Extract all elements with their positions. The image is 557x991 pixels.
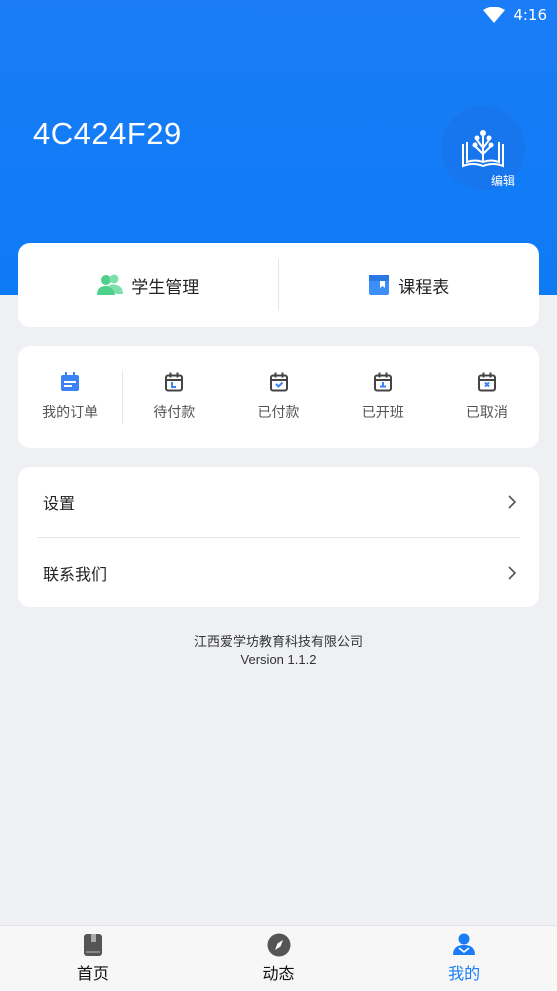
tab-feed[interactable]: 动态 bbox=[186, 926, 372, 991]
cancelled-label: 已取消 bbox=[465, 405, 508, 421]
paid-button[interactable]: 已付款 bbox=[226, 346, 330, 448]
status-time: 4:16 bbox=[513, 6, 547, 24]
chevron-right-icon bbox=[508, 495, 517, 509]
tab-label: 我的 bbox=[448, 964, 481, 983]
calendar-check-icon bbox=[269, 372, 288, 392]
menu-item-settings[interactable]: 设置 bbox=[18, 467, 539, 537]
pending-payment-button[interactable]: 待付款 bbox=[122, 346, 226, 448]
chevron-right-icon bbox=[508, 566, 517, 580]
wifi-icon bbox=[483, 7, 506, 23]
settings-menu-card: 设置 联系我们 bbox=[18, 467, 539, 607]
quick-actions-card: 学生管理 课程表 bbox=[18, 243, 539, 327]
book-brain-icon bbox=[462, 130, 504, 168]
person-icon bbox=[453, 933, 476, 955]
book-icon bbox=[83, 934, 102, 956]
course-schedule-label: 课程表 bbox=[398, 277, 450, 298]
course-schedule-button[interactable]: 课程表 bbox=[279, 243, 540, 327]
status-bar: 4:16 bbox=[0, 0, 557, 30]
my-orders-label: 我的订单 bbox=[42, 405, 99, 421]
calendar-icon bbox=[165, 372, 184, 392]
company-name: 江西爱学坊教育科技有限公司 bbox=[193, 635, 363, 650]
user-name: 4C424F29 bbox=[33, 116, 182, 151]
tab-home[interactable]: 首页 bbox=[0, 926, 186, 991]
menu-item-label: 联系我们 bbox=[43, 565, 108, 584]
menu-item-contact-us[interactable]: 联系我们 bbox=[18, 538, 539, 608]
class-started-button[interactable]: 已开班 bbox=[331, 346, 435, 448]
calendar-icon bbox=[373, 372, 392, 392]
edit-profile-label[interactable]: 编辑 bbox=[491, 172, 515, 189]
divider bbox=[278, 259, 279, 311]
menu-item-label: 设置 bbox=[43, 494, 76, 513]
orders-card: 我的订单 待付款 已付款 已开班 已取消 bbox=[18, 346, 539, 448]
paid-label: 已付款 bbox=[257, 405, 300, 421]
users-icon bbox=[97, 274, 124, 295]
pending-payment-label: 待付款 bbox=[153, 405, 196, 421]
calendar-icon bbox=[61, 372, 80, 391]
bottom-tab-bar: 首页 动态 我的 bbox=[0, 925, 557, 991]
tab-label: 首页 bbox=[76, 964, 109, 983]
calendar-x-icon bbox=[477, 372, 496, 392]
student-management-label: 学生管理 bbox=[131, 277, 200, 298]
class-started-label: 已开班 bbox=[361, 405, 404, 421]
app-version: Version 1.1.2 bbox=[240, 652, 317, 667]
tab-mine[interactable]: 我的 bbox=[371, 926, 557, 991]
my-orders-button[interactable]: 我的订单 bbox=[18, 346, 122, 448]
divider bbox=[122, 370, 123, 424]
cancelled-button[interactable]: 已取消 bbox=[435, 346, 539, 448]
compass-icon bbox=[267, 933, 290, 957]
schedule-book-icon bbox=[369, 275, 390, 295]
tab-label: 动态 bbox=[262, 964, 295, 983]
student-management-button[interactable]: 学生管理 bbox=[18, 243, 279, 327]
